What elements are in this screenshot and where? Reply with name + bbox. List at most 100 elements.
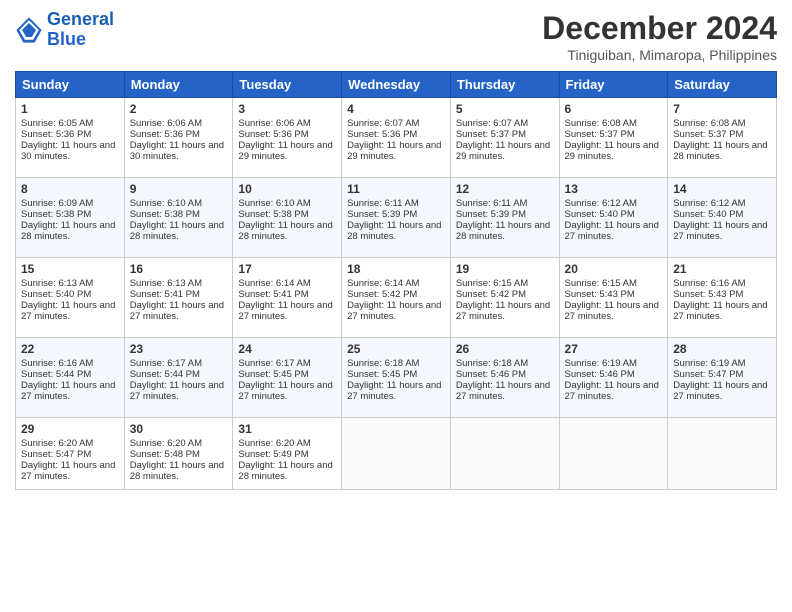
sunset-text: Sunset: 5:45 PM bbox=[238, 369, 336, 380]
daylight-text: Daylight: 11 hours and 27 minutes. bbox=[673, 380, 771, 402]
calendar-cell: 20Sunrise: 6:15 AMSunset: 5:43 PMDayligh… bbox=[559, 258, 668, 338]
sunrise-text: Sunrise: 6:15 AM bbox=[565, 278, 663, 289]
daylight-text: Daylight: 11 hours and 27 minutes. bbox=[21, 380, 119, 402]
calendar-cell: 10Sunrise: 6:10 AMSunset: 5:38 PMDayligh… bbox=[233, 178, 342, 258]
sunrise-text: Sunrise: 6:10 AM bbox=[130, 198, 228, 209]
header-row: SundayMondayTuesdayWednesdayThursdayFrid… bbox=[16, 72, 777, 98]
day-number: 21 bbox=[673, 262, 771, 276]
day-number: 12 bbox=[456, 182, 554, 196]
calendar-cell: 31Sunrise: 6:20 AMSunset: 5:49 PMDayligh… bbox=[233, 418, 342, 490]
daylight-text: Daylight: 11 hours and 28 minutes. bbox=[130, 220, 228, 242]
calendar-cell: 24Sunrise: 6:17 AMSunset: 5:45 PMDayligh… bbox=[233, 338, 342, 418]
logo-icon bbox=[15, 16, 43, 44]
daylight-text: Daylight: 11 hours and 27 minutes. bbox=[238, 300, 336, 322]
daylight-text: Daylight: 11 hours and 28 minutes. bbox=[21, 220, 119, 242]
sunset-text: Sunset: 5:44 PM bbox=[21, 369, 119, 380]
sunset-text: Sunset: 5:36 PM bbox=[21, 129, 119, 140]
daylight-text: Daylight: 11 hours and 28 minutes. bbox=[238, 220, 336, 242]
calendar-cell: 5Sunrise: 6:07 AMSunset: 5:37 PMDaylight… bbox=[450, 98, 559, 178]
sunrise-text: Sunrise: 6:17 AM bbox=[130, 358, 228, 369]
location-title: Tiniguiban, Mimaropa, Philippines bbox=[542, 47, 777, 63]
day-number: 7 bbox=[673, 102, 771, 116]
day-number: 23 bbox=[130, 342, 228, 356]
sunrise-text: Sunrise: 6:12 AM bbox=[673, 198, 771, 209]
daylight-text: Daylight: 11 hours and 27 minutes. bbox=[238, 380, 336, 402]
sunrise-text: Sunrise: 6:07 AM bbox=[347, 118, 445, 129]
col-header-thursday: Thursday bbox=[450, 72, 559, 98]
calendar-cell: 22Sunrise: 6:16 AMSunset: 5:44 PMDayligh… bbox=[16, 338, 125, 418]
calendar-cell: 27Sunrise: 6:19 AMSunset: 5:46 PMDayligh… bbox=[559, 338, 668, 418]
daylight-text: Daylight: 11 hours and 27 minutes. bbox=[565, 300, 663, 322]
sunset-text: Sunset: 5:38 PM bbox=[130, 209, 228, 220]
sunrise-text: Sunrise: 6:06 AM bbox=[130, 118, 228, 129]
col-header-wednesday: Wednesday bbox=[342, 72, 451, 98]
month-title: December 2024 bbox=[542, 10, 777, 47]
week-row-0: 1Sunrise: 6:05 AMSunset: 5:36 PMDaylight… bbox=[16, 98, 777, 178]
calendar-cell: 30Sunrise: 6:20 AMSunset: 5:48 PMDayligh… bbox=[124, 418, 233, 490]
sunset-text: Sunset: 5:37 PM bbox=[673, 129, 771, 140]
col-header-friday: Friday bbox=[559, 72, 668, 98]
calendar-cell: 8Sunrise: 6:09 AMSunset: 5:38 PMDaylight… bbox=[16, 178, 125, 258]
sunset-text: Sunset: 5:39 PM bbox=[347, 209, 445, 220]
day-number: 13 bbox=[565, 182, 663, 196]
day-number: 17 bbox=[238, 262, 336, 276]
daylight-text: Daylight: 11 hours and 28 minutes. bbox=[347, 220, 445, 242]
sunset-text: Sunset: 5:49 PM bbox=[238, 449, 336, 460]
calendar-cell: 29Sunrise: 6:20 AMSunset: 5:47 PMDayligh… bbox=[16, 418, 125, 490]
calendar-cell: 13Sunrise: 6:12 AMSunset: 5:40 PMDayligh… bbox=[559, 178, 668, 258]
sunset-text: Sunset: 5:36 PM bbox=[347, 129, 445, 140]
calendar-cell: 21Sunrise: 6:16 AMSunset: 5:43 PMDayligh… bbox=[668, 258, 777, 338]
day-number: 20 bbox=[565, 262, 663, 276]
calendar-cell: 26Sunrise: 6:18 AMSunset: 5:46 PMDayligh… bbox=[450, 338, 559, 418]
sunrise-text: Sunrise: 6:20 AM bbox=[238, 438, 336, 449]
sunrise-text: Sunrise: 6:20 AM bbox=[130, 438, 228, 449]
daylight-text: Daylight: 11 hours and 30 minutes. bbox=[130, 140, 228, 162]
calendar-cell: 16Sunrise: 6:13 AMSunset: 5:41 PMDayligh… bbox=[124, 258, 233, 338]
daylight-text: Daylight: 11 hours and 27 minutes. bbox=[673, 220, 771, 242]
calendar-cell: 15Sunrise: 6:13 AMSunset: 5:40 PMDayligh… bbox=[16, 258, 125, 338]
sunrise-text: Sunrise: 6:08 AM bbox=[565, 118, 663, 129]
day-number: 18 bbox=[347, 262, 445, 276]
sunrise-text: Sunrise: 6:11 AM bbox=[456, 198, 554, 209]
calendar-cell: 18Sunrise: 6:14 AMSunset: 5:42 PMDayligh… bbox=[342, 258, 451, 338]
sunrise-text: Sunrise: 6:15 AM bbox=[456, 278, 554, 289]
daylight-text: Daylight: 11 hours and 27 minutes. bbox=[21, 300, 119, 322]
calendar-cell bbox=[559, 418, 668, 490]
sunset-text: Sunset: 5:40 PM bbox=[673, 209, 771, 220]
sunset-text: Sunset: 5:39 PM bbox=[456, 209, 554, 220]
calendar-cell: 3Sunrise: 6:06 AMSunset: 5:36 PMDaylight… bbox=[233, 98, 342, 178]
sunset-text: Sunset: 5:37 PM bbox=[565, 129, 663, 140]
daylight-text: Daylight: 11 hours and 27 minutes. bbox=[347, 300, 445, 322]
header: General Blue December 2024 Tiniguiban, M… bbox=[15, 10, 777, 63]
sunset-text: Sunset: 5:48 PM bbox=[130, 449, 228, 460]
daylight-text: Daylight: 11 hours and 29 minutes. bbox=[565, 140, 663, 162]
col-header-tuesday: Tuesday bbox=[233, 72, 342, 98]
daylight-text: Daylight: 11 hours and 27 minutes. bbox=[21, 460, 119, 482]
day-number: 6 bbox=[565, 102, 663, 116]
daylight-text: Daylight: 11 hours and 27 minutes. bbox=[130, 380, 228, 402]
col-header-monday: Monday bbox=[124, 72, 233, 98]
sunset-text: Sunset: 5:41 PM bbox=[130, 289, 228, 300]
daylight-text: Daylight: 11 hours and 29 minutes. bbox=[456, 140, 554, 162]
calendar-cell: 6 Sunrise: 6:08 AMSunset: 5:37 PMDaylight… bbox=[559, 98, 668, 178]
sunrise-text: Sunrise: 6:13 AM bbox=[21, 278, 119, 289]
day-number: 11 bbox=[347, 182, 445, 196]
day-number: 29 bbox=[21, 422, 119, 436]
daylight-text: Daylight: 11 hours and 28 minutes. bbox=[130, 460, 228, 482]
calendar-cell: 25Sunrise: 6:18 AMSunset: 5:45 PMDayligh… bbox=[342, 338, 451, 418]
day-number: 25 bbox=[347, 342, 445, 356]
sunset-text: Sunset: 5:44 PM bbox=[130, 369, 228, 380]
day-number: 26 bbox=[456, 342, 554, 356]
sunset-text: Sunset: 5:47 PM bbox=[21, 449, 119, 460]
sunset-text: Sunset: 5:46 PM bbox=[456, 369, 554, 380]
calendar-cell: 11 Sunrise: 6:11 AMSunset: 5:39 PMDayligh… bbox=[342, 178, 451, 258]
page: General Blue December 2024 Tiniguiban, M… bbox=[0, 0, 792, 612]
sunrise-text: Sunrise: 6:08 AM bbox=[673, 118, 771, 129]
sunrise-text: Sunrise: 6:13 AM bbox=[130, 278, 228, 289]
sunrise-text: Sunrise: 6:05 AM bbox=[21, 118, 119, 129]
sunrise-text: Sunrise: 6:11 AM bbox=[347, 198, 445, 209]
week-row-1: 8Sunrise: 6:09 AMSunset: 5:38 PMDaylight… bbox=[16, 178, 777, 258]
calendar-cell: 1Sunrise: 6:05 AMSunset: 5:36 PMDaylight… bbox=[16, 98, 125, 178]
sunset-text: Sunset: 5:46 PM bbox=[565, 369, 663, 380]
sunset-text: Sunset: 5:40 PM bbox=[21, 289, 119, 300]
